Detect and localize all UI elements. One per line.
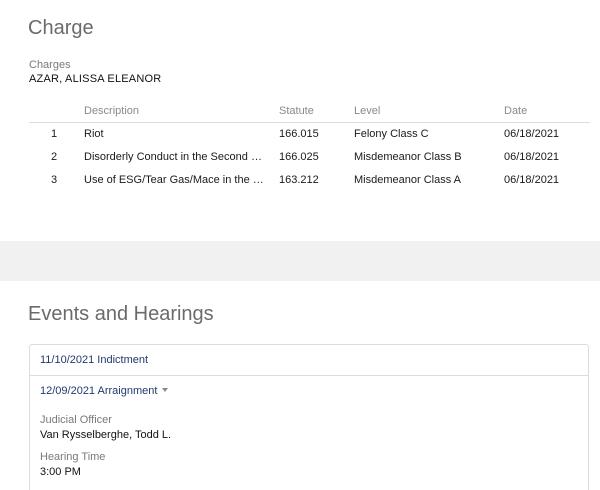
judicial-officer-label: Judicial Officer: [40, 414, 112, 426]
event-item-indictment: 11/10/2021 Indictment: [30, 345, 588, 376]
charge-level: Misdemeanor Class A: [354, 174, 461, 186]
charge-level: Misdemeanor Class B: [354, 151, 462, 163]
charge-number: 1: [51, 128, 58, 140]
event-link-arraignment[interactable]: 12/09/2021 Arraignment: [40, 385, 169, 397]
charges-table: Description Statute Level Date 1 Riot 16…: [29, 98, 590, 193]
hearing-time-label: Hearing Time: [40, 451, 106, 463]
event-link-indictment[interactable]: 11/10/2021 Indictment: [40, 354, 148, 366]
charge-section-title: Charge: [28, 17, 94, 39]
table-row: 3 Use of ESG/Tear Gas/Mace in the Se... …: [29, 169, 590, 191]
hearing-time-value: 3:00 PM: [40, 466, 81, 478]
charge-statute: 166.025: [279, 151, 319, 163]
charge-section: Charge Charges AZAR, ALISSA ELEANOR Desc…: [0, 0, 600, 241]
events-section: Events and Hearings 11/10/2021 Indictmen…: [0, 281, 600, 490]
events-section-title: Events and Hearings: [28, 303, 214, 325]
charge-date: 06/18/2021: [504, 128, 560, 140]
charges-label: Charges: [29, 59, 71, 71]
charge-date: 06/18/2021: [504, 174, 560, 186]
section-separator-band: [0, 241, 600, 281]
charge-statute: 166.015: [279, 128, 319, 140]
table-row: 1 Riot 166.015 Felony Class C 06/18/2021: [29, 123, 590, 145]
charge-description: Disorderly Conduct in the Second De...: [84, 151, 268, 163]
caret-down-icon[interactable]: [162, 388, 169, 393]
event-item-arraignment: 12/09/2021 Arraignment Judicial Officer …: [30, 376, 588, 490]
column-header-date: Date: [504, 105, 528, 117]
charge-number: 3: [51, 174, 58, 186]
event-link-arraignment-label: 12/09/2021 Arraignment: [40, 385, 158, 397]
judicial-officer-value: Van Rysselberghe, Todd L.: [40, 429, 172, 441]
case-detail-page: Charge Charges AZAR, ALISSA ELEANOR Desc…: [0, 0, 600, 490]
defendant-name: AZAR, ALISSA ELEANOR: [29, 73, 162, 85]
charge-level: Felony Class C: [354, 128, 429, 140]
charge-number: 2: [51, 151, 58, 163]
charge-statute: 163.212: [279, 174, 319, 186]
charge-description: Use of ESG/Tear Gas/Mace in the Se...: [84, 174, 268, 186]
column-header-level: Level: [354, 105, 381, 117]
charge-description: Riot: [84, 128, 104, 140]
table-row: 2 Disorderly Conduct in the Second De...…: [29, 146, 590, 168]
charge-date: 06/18/2021: [504, 151, 560, 163]
events-panel: 11/10/2021 Indictment 12/09/2021 Arraign…: [29, 344, 589, 490]
column-header-statute: Statute: [279, 105, 314, 117]
column-header-description: Description: [84, 105, 140, 117]
